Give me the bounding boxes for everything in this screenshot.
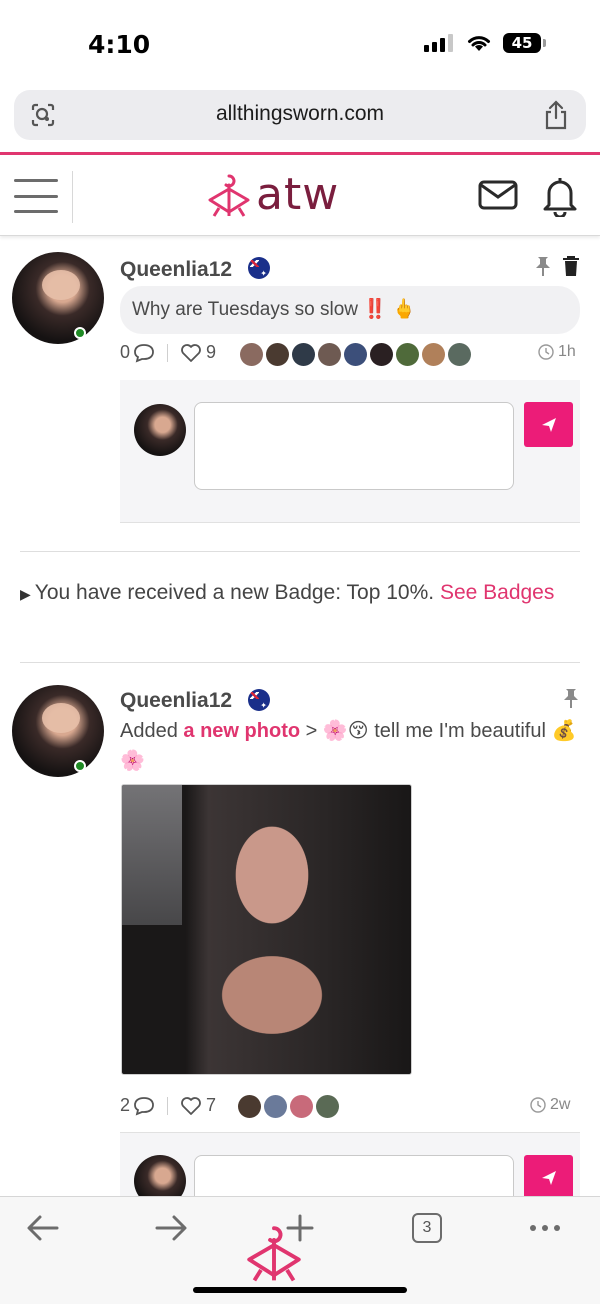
liker-avatars[interactable] [240, 343, 471, 366]
tabs-button[interactable]: 3 [412, 1213, 442, 1243]
post-username[interactable]: Queenlia12 [120, 689, 232, 713]
comment-avatar [134, 404, 186, 456]
clock-icon [538, 344, 554, 360]
post-time: 2w [530, 1096, 570, 1114]
caption-emoji: 🌸😚 [322, 720, 369, 742]
url-bar[interactable]: allthingsworn.com [14, 90, 586, 140]
send-icon [541, 417, 556, 432]
comment-composer [120, 1132, 580, 1243]
comment-composer [120, 380, 580, 523]
photo-caption: tell me I'm beautiful [374, 720, 546, 742]
signal-icon [424, 34, 453, 52]
activity-arrow: > [305, 720, 318, 742]
divider [20, 551, 580, 552]
like-count: 9 [206, 342, 217, 362]
logo-text: atw [256, 169, 340, 220]
meta-separator [167, 343, 169, 362]
wifi-icon [468, 36, 490, 51]
trash-icon[interactable] [562, 255, 580, 277]
pin-icon[interactable] [534, 255, 552, 277]
post-message-text: Why are Tuesdays so slow [132, 299, 358, 320]
liker-avatars[interactable] [238, 1095, 339, 1118]
status-bar: 4:10 45 [0, 0, 600, 84]
australia-flag-icon [248, 689, 270, 711]
caret-right-icon: ▶ [20, 586, 31, 602]
post-activity-text: Added a new photo > 🌸😚 tell me I'm beaut… [120, 716, 580, 776]
badge-notification-text: You have received a new Badge: Top 10%. [34, 581, 435, 604]
like-count: 7 [206, 1095, 217, 1115]
message-emoji-2: 🖕 [392, 299, 416, 320]
post-username[interactable]: Queenlia12 [120, 258, 232, 282]
status-time: 4:10 [88, 30, 151, 59]
header-divider [72, 171, 73, 223]
send-comment-button[interactable] [524, 1155, 573, 1200]
home-indicator [193, 1287, 407, 1293]
post-photo[interactable] [121, 784, 412, 1075]
hamburger-icon[interactable] [14, 179, 58, 213]
url-text[interactable]: allthingsworn.com [14, 102, 586, 126]
clock-icon [530, 1097, 546, 1113]
send-comment-button[interactable] [524, 402, 573, 447]
send-icon [541, 1170, 556, 1185]
forward-icon[interactable] [154, 1213, 188, 1243]
avatar[interactable] [12, 685, 104, 777]
more-icon[interactable] [528, 1213, 562, 1243]
meta-separator [167, 1096, 169, 1115]
badge-notification: ▶ You have received a new Badge: Top 10%.… [20, 576, 580, 611]
post-message-bubble: Why are Tuesdays so slow ‼️ 🖕 [120, 286, 580, 334]
pin-icon[interactable] [562, 687, 580, 709]
comment-count: 0 [120, 342, 131, 362]
australia-flag-icon [248, 257, 270, 279]
app-header: atw [0, 152, 600, 236]
site-logo[interactable]: atw [206, 169, 339, 220]
battery-icon: 45 [503, 33, 541, 53]
time-ago: 1h [558, 343, 576, 360]
time-ago: 2w [550, 1096, 571, 1113]
message-emoji: ‼️ [363, 299, 387, 320]
divider [20, 662, 580, 663]
avatar[interactable] [12, 252, 104, 344]
heart-icon[interactable] [180, 1096, 202, 1116]
post-meta: 2 7 [120, 1095, 216, 1116]
online-status-dot [74, 327, 86, 339]
post-time: 1h [538, 343, 576, 361]
battery-cap [543, 39, 546, 47]
hanger-floating-icon[interactable] [244, 1223, 304, 1283]
online-status-dot [74, 760, 86, 772]
comment-count: 2 [120, 1095, 131, 1115]
activity-prefix: Added [120, 720, 178, 742]
bell-icon[interactable] [541, 175, 579, 217]
see-badges-link[interactable]: See Badges [440, 581, 554, 604]
comment-icon[interactable] [133, 1096, 155, 1116]
comment-input[interactable] [194, 402, 514, 490]
comment-icon[interactable] [133, 343, 155, 363]
back-icon[interactable] [26, 1213, 60, 1243]
hanger-logo-icon [208, 174, 250, 217]
share-icon[interactable] [544, 100, 568, 130]
mail-icon[interactable] [478, 179, 518, 211]
new-photo-link[interactable]: a new photo [183, 720, 300, 742]
heart-icon[interactable] [180, 343, 202, 363]
post-meta: 0 9 [120, 342, 216, 363]
